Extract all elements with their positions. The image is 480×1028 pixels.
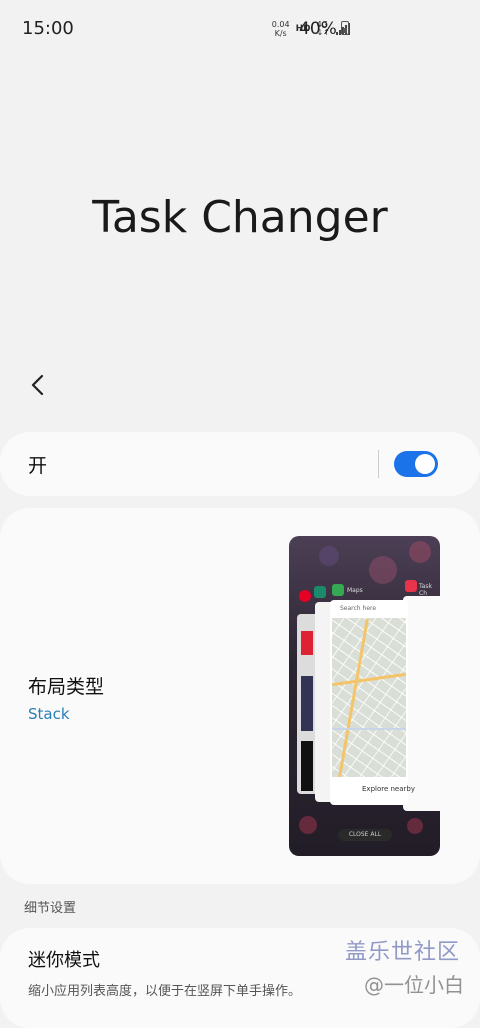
battery-icon xyxy=(341,21,349,35)
status-time: 15:00 xyxy=(22,18,74,39)
toggle-label: 开 xyxy=(28,455,48,477)
task-changer-icon xyxy=(405,580,417,592)
back-button[interactable] xyxy=(24,370,54,400)
layout-type-setting[interactable]: 布局类型 Stack Maps Task Ch CLOSE ALL xyxy=(0,508,480,884)
page-title: Task Changer xyxy=(92,192,388,243)
watermark-logo: 盖乐世社区 xyxy=(345,940,461,965)
close-all-button: CLOSE ALL xyxy=(338,829,392,841)
pinterest-icon xyxy=(299,590,311,602)
task-app-label: Task Ch xyxy=(419,583,432,597)
speed-value: 0.04 xyxy=(271,20,290,29)
explore-nearby-label: Explore nearby xyxy=(362,785,415,793)
back-arrow-icon xyxy=(31,374,44,396)
status-bar: 15:00 0.04 K/s HD 4G ↓↑ 40% xyxy=(0,0,480,60)
switch-knob xyxy=(415,454,435,474)
section-title-detail-settings: 细节设置 xyxy=(24,901,77,916)
watermark-author: @一位小白 xyxy=(364,973,464,997)
maps-preview-card: Search here xyxy=(330,600,408,805)
preview-card-task xyxy=(403,596,440,811)
layout-type-title: 布局类型 xyxy=(28,676,105,698)
search-here-label: Search here xyxy=(340,605,377,612)
battery-percent: 40% xyxy=(299,19,337,39)
mini-mode-description: 缩小应用列表高度，以便于在竖屏下单手操作。 xyxy=(28,984,302,999)
master-toggle-row[interactable]: 开 xyxy=(0,432,480,496)
app-icon xyxy=(314,586,326,598)
master-switch[interactable] xyxy=(394,451,438,477)
mini-mode-title: 迷你模式 xyxy=(28,950,100,971)
network-speed: 0.04 K/s xyxy=(272,20,290,38)
maps-app-label: Maps xyxy=(347,587,363,594)
maps-icon xyxy=(332,584,344,596)
map-area xyxy=(332,618,406,778)
layout-type-value: Stack xyxy=(28,705,70,723)
divider xyxy=(378,450,379,478)
speed-unit: K/s xyxy=(274,29,287,38)
